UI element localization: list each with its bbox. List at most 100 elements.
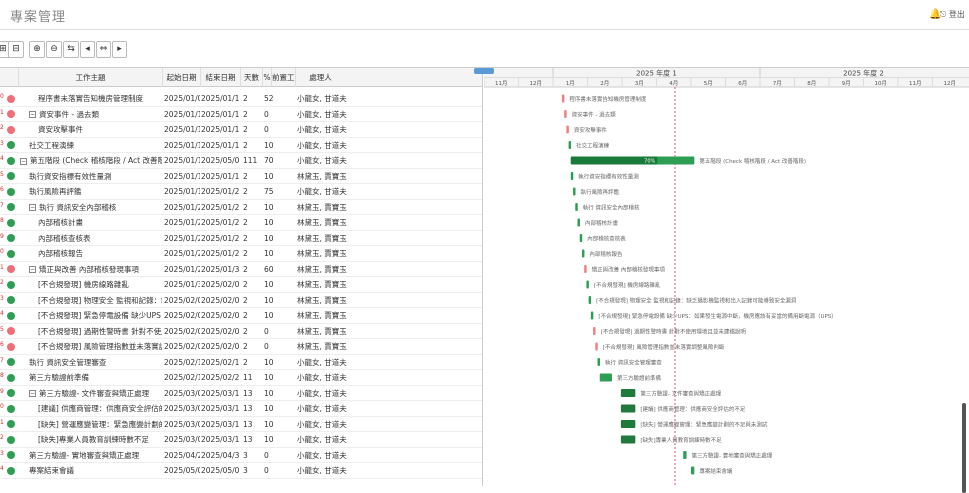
task-row[interactable]: 2 資安攻擊事件 2025/01/132025/01/14 2 0 小龍女, 甘道夫 xyxy=(0,122,482,138)
col-header-assignee[interactable]: 處理人 xyxy=(295,68,345,87)
task-bar xyxy=(593,327,596,335)
task-subject[interactable]: 內部稽核計畫 xyxy=(38,215,162,230)
collapse-toggle-icon[interactable]: − xyxy=(29,266,36,273)
task-name: 執行風險再評鑑 xyxy=(29,187,82,196)
task-subject[interactable]: 內部稽核查核表 xyxy=(38,231,162,246)
task-subject[interactable]: − 執行 資訊安全內部稽核 xyxy=(29,200,162,215)
critical-path-button[interactable]: ⇆ xyxy=(63,41,79,58)
task-subject[interactable]: [不合規發現] 物理安全 監視和記錄：缺乏 xyxy=(38,293,162,308)
col-header-days[interactable]: 天數 xyxy=(240,68,262,87)
task-subject[interactable]: [不合規發現] 風險管理指數並未落實調整風 xyxy=(38,339,162,354)
task-start: 2025/01/09 xyxy=(164,94,200,103)
task-days: 2 xyxy=(243,171,248,181)
task-row[interactable]: 4 專案結束會議 2025/05/052025/05/07 3 0 小龍女, 甘道夫 xyxy=(0,463,482,479)
task-end: 2025/02/01 xyxy=(201,280,239,289)
task-row[interactable]: 7−執行 資訊安全內部稽核2025/01/212025/01/22210林黛玉,… xyxy=(0,200,482,215)
task-subject[interactable]: [不合規發現] 過期性警時書 針對不使用環境 xyxy=(38,324,162,339)
col-header-end[interactable]: 結束日期 xyxy=(200,68,240,87)
task-subject[interactable]: 專案結束會議 xyxy=(29,463,162,478)
task-subject[interactable]: 內部稽核報告 xyxy=(38,246,162,261)
zoom-in-button[interactable]: ⊕ xyxy=(29,41,45,58)
task-row[interactable]: 3 社交工程演練 2025/01/152025/01/16 2 10 小龍女, 甘道夫 xyxy=(0,138,482,153)
col-header-subject[interactable]: 工作主題 xyxy=(18,68,162,87)
task-subject[interactable]: [不合規發現] 機房線路雜亂 xyxy=(38,277,162,292)
task-start: 2025/01/19 xyxy=(164,187,200,196)
task-pct: 0 xyxy=(264,326,269,336)
task-subject[interactable]: [缺失]專業人員教育訓練時數不足 xyxy=(38,432,162,447)
logout-label[interactable]: 登出 xyxy=(949,10,965,19)
col-header-predecessor[interactable]: 前置工作 xyxy=(271,68,295,87)
task-subject[interactable]: 第三方驗證前準備 xyxy=(29,370,162,385)
task-assignee: 小龍女, 甘道夫 xyxy=(297,373,347,382)
task-pct: 10 xyxy=(264,311,273,320)
task-row[interactable]: 9 內部稽核查核表 2025/01/252025/01/26 2 10 林黛玉, 賈寶玉 xyxy=(0,231,482,246)
task-row[interactable]: 7 執行 資訊安全管理審查 2025/02/102025/02/11 2 10 小龍女, … xyxy=(0,355,482,370)
col-header-start[interactable]: 起始日期 xyxy=(162,68,200,87)
task-pct: 10 xyxy=(264,295,273,305)
task-row[interactable]: 0 程序書未落實告知機房管理制度 2025/01/092025/01/10 2 52 小龍… xyxy=(0,91,482,107)
task-row[interactable]: 1 [缺失] 營運應變管理：緊急應變計劃的不足2025/03/032025/03/… xyxy=(0,417,482,432)
task-row[interactable]: 6 [不合規發現] 風險管理指數並未落實調整風2025/02/082025/02/… xyxy=(0,339,482,355)
task-assignee: 小龍女, 甘道夫 xyxy=(297,435,347,444)
collapse-all-button[interactable]: ⊟ xyxy=(8,41,24,58)
task-bar xyxy=(590,311,594,320)
splitter-handle[interactable] xyxy=(474,68,494,74)
task-subject[interactable]: − 第五階段 (Check 稽核階段 / Act 改善階段) xyxy=(20,153,162,168)
zoom-out-button[interactable]: ⊖ xyxy=(46,41,62,58)
task-row[interactable]: 1−資安事件 - 過去類2025/01/112025/01/1220小龍女, 甘… xyxy=(0,107,482,122)
task-subject[interactable]: 程序書未落實告知機房管理制度 xyxy=(38,91,162,106)
task-days: 2 xyxy=(243,233,248,243)
task-bar xyxy=(586,280,589,289)
gantt-toolbar: ⊞ ⊟ ⊕ ⊖ ⇆ ◂ ⇔ ▸ xyxy=(0,38,969,62)
task-subject[interactable]: − 第三方驗證- 文件審查與矯正處理 xyxy=(29,386,162,401)
task-subject[interactable]: 社交工程演練 xyxy=(29,138,162,153)
task-row[interactable]: 8 第三方驗證前準備 2025/02/122025/02/22 11 10 小龍女, 甘道… xyxy=(0,370,482,386)
collapse-toggle-icon[interactable]: − xyxy=(29,111,36,118)
task-subject[interactable]: 執行資安指標有效性量測 xyxy=(29,169,162,184)
task-subject[interactable]: 執行 資訊安全管理審查 xyxy=(29,355,162,370)
collapse-toggle-icon[interactable]: − xyxy=(29,204,36,211)
shift-right-button[interactable]: ▸ xyxy=(112,41,127,58)
task-bar xyxy=(575,203,578,211)
task-row[interactable]: 2 [不合規發現] 機房線路雜亂 2025/01/312025/02/01 2 10 林黛… xyxy=(0,277,482,293)
task-assignee: 小龍女, 甘道夫 xyxy=(297,388,347,398)
col-header-percent[interactable]: % xyxy=(262,68,271,87)
task-row[interactable]: 3 [不合規發現] 物理安全 監視和記錄：缺乏2025/02/022025/02/… xyxy=(0,293,482,308)
task-subject[interactable]: − 矯正與改善 內部稽核發現事項 xyxy=(29,262,162,277)
task-subject[interactable]: [建議] 供應商管理：供應商安全評估的不足 xyxy=(38,401,162,416)
task-days: 2 xyxy=(243,109,248,119)
task-subject[interactable]: [缺失] 營運應變管理：緊急應變計劃的不足 xyxy=(38,417,162,432)
task-row[interactable]: 1−矯正與改善 內部稽核發現事項2025/01/292025/01/30260林… xyxy=(0,262,482,277)
task-row[interactable]: 5 執行資安指標有效性量測 2025/01/172025/01/18 2 10 林黛玉, … xyxy=(0,169,482,184)
task-row[interactable]: 6 執行風險再評鑑 2025/01/192025/01/20 2 75 小龍女, 甘道夫 xyxy=(0,184,482,200)
month-label: 1月 xyxy=(566,80,575,87)
task-days: 13 xyxy=(243,435,253,444)
collapse-toggle-icon[interactable]: − xyxy=(29,390,36,397)
task-subject[interactable]: − 資安事件 - 過去類 xyxy=(29,107,162,122)
logout-link[interactable]: ⎋ 登出 xyxy=(940,9,965,20)
task-subject[interactable]: 執行風險再評鑑 xyxy=(29,184,162,199)
fit-button[interactable]: ⇔ xyxy=(96,41,111,58)
task-subject[interactable]: [不合規發現] 緊急停電設備 缺少UPS：如 xyxy=(38,308,162,323)
vertical-scrollbar[interactable] xyxy=(962,403,966,493)
task-bar-label: [建議] 供應商管理：供應商安全評估的不足 xyxy=(640,405,746,413)
task-row[interactable]: 2 [缺失]專業人員教育訓練時數不足 2025/03/032025/03/15 13 1… xyxy=(0,432,482,448)
task-days: 3 xyxy=(243,450,248,460)
task-row[interactable]: 0 [建議] 供應商管理：供應商安全評估的不足2025/03/032025/03/… xyxy=(0,401,482,417)
collapse-toggle-icon[interactable]: − xyxy=(20,157,27,165)
task-row[interactable]: 8 內部稽核計畫 2025/01/232025/01/24 2 10 林黛玉, 賈寶玉 xyxy=(0,215,482,231)
task-days: 2 xyxy=(243,202,248,212)
shift-left-button[interactable]: ◂ xyxy=(80,41,95,58)
task-end: 2025/02/22 xyxy=(201,373,239,382)
task-subject[interactable]: 資安攻擊事件 xyxy=(38,122,162,137)
task-row[interactable]: 5 [不合規發現] 過期性警時書 針對不使用環境2025/02/062025/02… xyxy=(0,324,482,339)
task-bar-label: 內部稽核計畫 xyxy=(585,219,619,227)
task-subject[interactable]: 第三方驗證- 實地審查與矯正處理 xyxy=(29,448,162,463)
task-end: 2025/01/24 xyxy=(201,218,239,227)
task-row[interactable]: 3 第三方驗證- 實地審查與矯正處理 2025/04/282025/04/30 3 0 小… xyxy=(0,448,482,463)
task-row[interactable]: 4 −第五階段 (Check 稽核階段 / Act 改善階段)2025/01/17… xyxy=(0,153,482,169)
task-row[interactable]: 4 [不合規發現] 緊急停電設備 缺少UPS：如2025/02/042025/02… xyxy=(0,308,482,324)
task-row[interactable]: 0 內部稽核報告 2025/01/272025/01/28 2 10 林黛玉, 賈寶玉 xyxy=(0,246,482,262)
task-row[interactable]: 9−第三方驗證- 文件審查與矯正處理2025/03/032025/03/1513… xyxy=(0,386,482,401)
month-label: 4月 xyxy=(669,80,678,87)
